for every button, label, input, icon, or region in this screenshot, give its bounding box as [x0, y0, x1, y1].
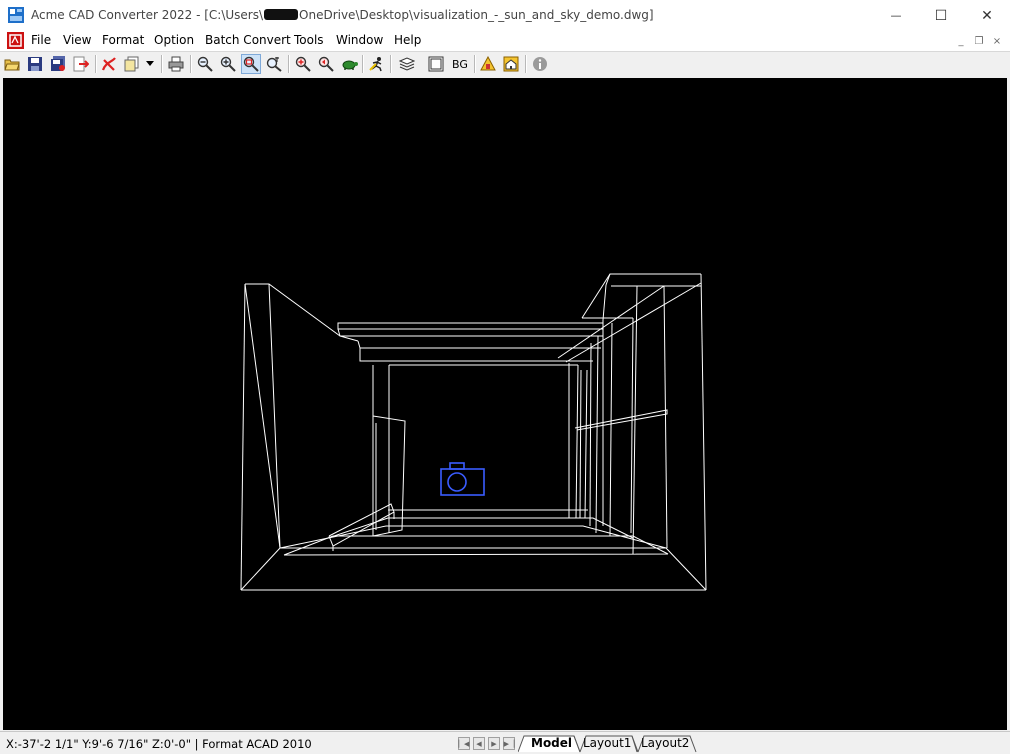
- export-button[interactable]: [71, 54, 91, 74]
- move-button[interactable]: [367, 54, 387, 74]
- first-icon: ▏◀: [458, 739, 470, 748]
- zoom-realtime-button[interactable]: [264, 54, 284, 74]
- batch-convert-icon: [124, 56, 139, 72]
- title-bar: Acme CAD Converter 2022 - [C:\Users\ OneD…: [0, 0, 1010, 31]
- zoom-realtime-icon: [266, 57, 282, 72]
- dropdown-arrow-icon: [146, 61, 154, 66]
- last-tab-button[interactable]: ▶▕: [503, 737, 515, 750]
- save-icon: [28, 57, 42, 71]
- tab-layout2[interactable]: Layout2: [641, 736, 689, 750]
- prev-icon: ◀: [476, 739, 482, 748]
- camera-glyph[interactable]: [440, 462, 485, 496]
- toolbar-separator: [288, 55, 290, 73]
- display-icon: [428, 56, 444, 72]
- toolbar-separator: [95, 55, 97, 73]
- toolbar-separator: [362, 55, 364, 73]
- zoom-out-button[interactable]: [195, 54, 215, 74]
- layers-button[interactable]: [397, 54, 417, 74]
- toolbar-separator: [474, 55, 476, 73]
- tab-layout1[interactable]: Layout1: [583, 736, 631, 750]
- zoom-out-icon: [197, 56, 213, 72]
- menu-file[interactable]: File: [31, 33, 51, 47]
- toolbar: BG: [0, 51, 1010, 77]
- app-icon: [8, 7, 24, 23]
- maximize-button[interactable]: ☐: [918, 0, 964, 31]
- menu-help[interactable]: Help: [394, 33, 421, 47]
- window-title: Acme CAD Converter 2022 - [C:\Users\ OneD…: [31, 8, 654, 22]
- zoom-extents-button[interactable]: [293, 54, 313, 74]
- minimize-icon: —: [890, 9, 902, 22]
- wireframe-drawing: [240, 273, 707, 591]
- first-tab-button[interactable]: ▏◀: [458, 737, 470, 750]
- menu-format[interactable]: Format: [102, 33, 144, 47]
- convert-pdf-button[interactable]: [99, 54, 119, 74]
- tab-model[interactable]: Model: [531, 736, 572, 750]
- home-icon: [503, 56, 519, 72]
- document-icon[interactable]: [7, 32, 24, 49]
- menu-window[interactable]: Window: [336, 33, 383, 47]
- about-button[interactable]: [530, 54, 550, 74]
- mdi-close-button[interactable]: ×: [989, 34, 1005, 48]
- zoom-previous-icon: [318, 56, 334, 72]
- mdi-restore-button[interactable]: ❐: [971, 34, 987, 48]
- batch-convert-dropdown[interactable]: [143, 54, 157, 74]
- zoom-in-button[interactable]: [218, 54, 238, 74]
- menu-view[interactable]: View: [63, 33, 91, 47]
- file-path-prefix: - [C:\Users\: [192, 8, 264, 22]
- open-folder-icon: [4, 59, 20, 71]
- batch-convert-button[interactable]: [122, 54, 142, 74]
- running-man-icon: [369, 57, 382, 72]
- bg-button[interactable]: BG: [449, 54, 471, 74]
- background-button[interactable]: [426, 54, 446, 74]
- toolbar-separator: [390, 55, 392, 73]
- prev-tab-button[interactable]: ◀: [473, 737, 485, 750]
- maximize-icon: ☐: [934, 7, 948, 24]
- turtle-icon: [342, 60, 358, 70]
- zoom-window-button[interactable]: [241, 54, 261, 74]
- menu-tools[interactable]: Tools: [294, 33, 324, 47]
- mdi-minimize-button[interactable]: _: [953, 34, 969, 48]
- app-name: Acme CAD Converter 2022: [31, 8, 193, 22]
- menu-bar: File View Format Option Batch Convert To…: [0, 31, 1010, 51]
- zoom-extents-icon: [295, 56, 311, 72]
- zoom-window-icon: [243, 56, 259, 72]
- menu-option[interactable]: Option: [154, 33, 194, 47]
- info-icon: [533, 57, 547, 71]
- drawing-canvas[interactable]: [3, 78, 1007, 730]
- print-icon: [168, 56, 184, 72]
- save-all-icon: [51, 56, 65, 71]
- redacted-username: [264, 9, 299, 20]
- coordinates-readout: X:-37'-2 1/1" Y:9'-6 7/16" Z:0'-0" | For…: [6, 737, 312, 751]
- close-icon: ✕: [981, 7, 993, 24]
- bg-label: BG: [452, 57, 468, 71]
- open-button[interactable]: [2, 54, 22, 74]
- pan-button[interactable]: [339, 54, 359, 74]
- status-bar: X:-37'-2 1/1" Y:9'-6 7/16" Z:0'-0" | For…: [0, 731, 1010, 754]
- zoom-previous-button[interactable]: [316, 54, 336, 74]
- export-icon: [73, 56, 89, 72]
- home-options-button[interactable]: [478, 54, 498, 74]
- zoom-in-icon: [220, 56, 236, 72]
- file-path-suffix: OneDrive\Desktop\visualization_-_sun_and…: [299, 8, 654, 22]
- pdf-icon: [101, 57, 116, 71]
- print-button[interactable]: [166, 54, 186, 74]
- next-tab-button[interactable]: ▶: [488, 737, 500, 750]
- menu-batch-convert[interactable]: Batch Convert: [205, 33, 291, 47]
- last-icon: ▶▕: [503, 739, 515, 748]
- save-button[interactable]: [25, 54, 45, 74]
- layers-icon: [399, 57, 415, 71]
- room-wireframe: [240, 273, 707, 591]
- save-all-button[interactable]: [48, 54, 68, 74]
- house-warning-icon: [480, 56, 496, 71]
- toolbar-separator: [161, 55, 163, 73]
- minimize-button[interactable]: —: [873, 0, 919, 31]
- toolbar-separator: [190, 55, 192, 73]
- next-icon: ▶: [491, 739, 497, 748]
- home-button[interactable]: [501, 54, 521, 74]
- close-button[interactable]: ✕: [964, 0, 1010, 31]
- toolbar-separator: [525, 55, 527, 73]
